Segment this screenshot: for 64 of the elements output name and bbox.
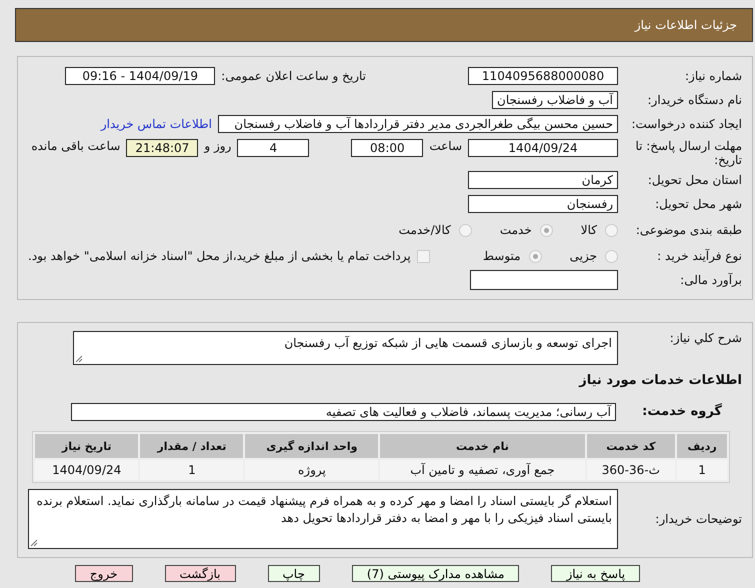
table-cell: 1404/09/24: [35, 460, 138, 480]
radio-label: کالا/خدمت: [398, 223, 451, 237]
resize-grip-icon[interactable]: [75, 355, 83, 363]
action-button[interactable]: پاسخ به نیاز: [551, 565, 640, 582]
table-cell: 1: [140, 460, 244, 480]
radio-label: خدمت: [500, 223, 532, 237]
field-label: شرح کلي نياز:: [668, 331, 742, 345]
radio-label: متوسط: [482, 249, 521, 263]
column-header: واحد اندازه گیری: [245, 434, 378, 458]
remaining-time-field[interactable]: 21:48:07: [126, 139, 198, 157]
table-cell: جمع آوری، تصفیه و تامین آب: [380, 460, 585, 480]
table-cell: پروژه: [245, 460, 378, 480]
deadline-time-field[interactable]: 08:00: [351, 139, 424, 157]
buyer-notes-field[interactable]: استعلام گر بایستی اسناد را امضا و مهر کرده و به همراه فرم پیشنهاد قیمت در سامانه بارگذاری نماید. استعلام برنده بایستی اسناد فیزیکی را با مهر و امضا به دفتر قراردادها تحویل دهد: [28, 489, 618, 549]
field-label: نام دستگاه خریدار:: [646, 93, 742, 107]
field-label: شماره نیاز:: [684, 69, 742, 83]
field-label: توضیحات خریدار:: [654, 512, 742, 526]
radio-label: جزیی: [570, 249, 597, 263]
buyer-contact-link[interactable]: اطلاعات تماس خریدار: [100, 117, 212, 131]
payment-note: پرداخت تمام یا بخشی از مبلغ خرید،از محل "اسناد خزانه اسلامی" خواهد بود.: [28, 249, 411, 263]
service-group-field[interactable]: آب رسانی؛ مدیریت پسماند، فاضلاب و فعالیت های تصفیه: [71, 403, 616, 421]
page-title: جزئیات اطلاعات نیاز: [634, 18, 737, 32]
radio-button[interactable]: [605, 224, 618, 236]
field-label: گروه خدمت:: [641, 405, 723, 419]
checkbox[interactable]: [416, 250, 430, 262]
column-header: تاریخ نیاز: [35, 434, 138, 458]
need-number-field[interactable]: 1104095688000080: [468, 67, 618, 85]
action-button[interactable]: مشاهده مدارک پیوستی (7): [352, 565, 520, 582]
budget-field[interactable]: [470, 270, 618, 290]
radio-label: کالا: [580, 223, 597, 237]
action-button[interactable]: خروج: [74, 565, 132, 582]
deadline-date-field[interactable]: 1404/09/24: [468, 139, 618, 157]
section-title: اطلاعات خدمات مورد نياز: [579, 372, 742, 388]
radio-button[interactable]: [528, 250, 542, 262]
field-label: استان محل تحویل:: [646, 173, 742, 187]
days-label: روز و: [204, 139, 232, 153]
field-label: نوع فرآیند خرید :: [656, 249, 742, 263]
radio-button[interactable]: [458, 224, 472, 236]
description-field[interactable]: اجرای توسعه و بازسازی قسمت هایی از شبکه توزیع آب رفسنجان: [73, 331, 618, 365]
column-header: کد خدمت: [586, 434, 676, 458]
field-label: ایجاد کننده درخواست:: [630, 117, 742, 131]
radio-button[interactable]: [605, 250, 618, 262]
radio-button[interactable]: [540, 224, 553, 236]
time-label: ساعت: [429, 139, 462, 153]
days-field[interactable]: 4: [237, 139, 310, 157]
field-label: برآورد مالی:: [679, 273, 742, 287]
field-label: طبقه بندی موضوعی:: [634, 223, 742, 237]
column-header: ردیف: [677, 434, 727, 458]
announce-date-field[interactable]: 1404/09/19 - 09:16: [65, 67, 216, 85]
field-label: تاریخ و ساعت اعلان عمومی:: [221, 69, 366, 83]
province-field[interactable]: کرمان: [468, 171, 618, 189]
remaining-label: ساعت باقی مانده: [31, 139, 120, 153]
column-header: نام خدمت: [380, 434, 585, 458]
table-cell: 1: [677, 460, 727, 480]
action-button[interactable]: بازگشت: [164, 565, 236, 582]
action-button[interactable]: چاپ: [268, 565, 320, 582]
field-label: شهر محل تحویل:: [654, 197, 742, 211]
table-cell: ث-36-360: [586, 460, 676, 480]
city-field[interactable]: رفسنجان: [468, 195, 618, 213]
requester-field[interactable]: حسین محسن بیگی طغرالجردی مدیر دفتر قراردادها آب و فاضلاب رفسنجان: [218, 115, 618, 133]
field-label: مهلت ارسال پاسخ: تا تاریخ:: [634, 139, 742, 167]
resize-grip-icon[interactable]: [30, 539, 38, 547]
buyer-field[interactable]: آب و فاضلاب رفسنجان: [492, 91, 618, 109]
column-header: تعداد / مقدار: [140, 434, 244, 458]
